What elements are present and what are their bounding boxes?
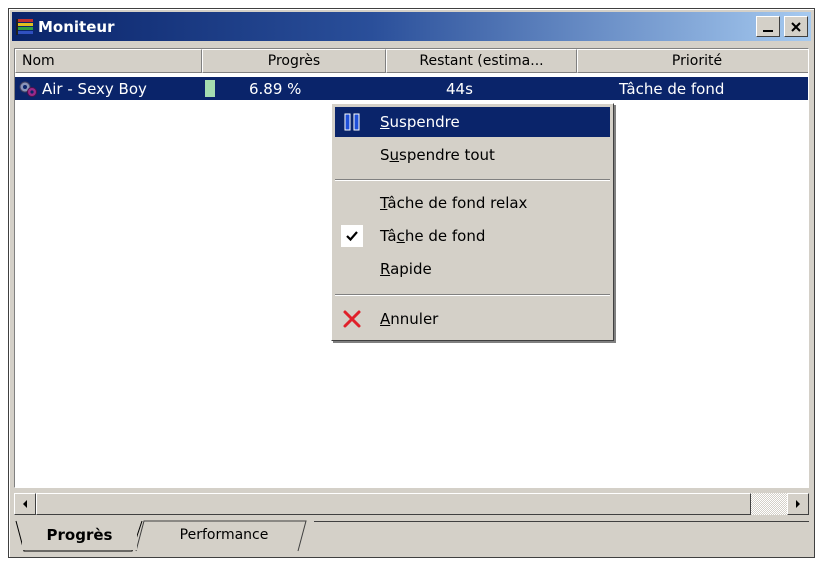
checkmark-icon (341, 225, 363, 247)
list-header: Nom Progrès Restant (estima... Priorité (15, 49, 808, 73)
tab-baseline (314, 521, 809, 522)
arrow-left-icon (23, 500, 27, 508)
menu-item-label: Annuler (380, 310, 439, 328)
row-name: Air - Sexy Boy (42, 79, 147, 98)
menu-item-label: Rapide (380, 260, 432, 278)
menu-separator (335, 179, 610, 181)
title-bar[interactable]: Moniteur (12, 12, 811, 41)
table-row[interactable]: Air - Sexy Boy 6.89 % 44s Tâche de fond (15, 77, 808, 100)
arrow-right-icon (796, 500, 800, 508)
progress-bar (205, 80, 215, 97)
scrollbar-thumb[interactable] (36, 493, 751, 515)
menu-item-label: Tâche de fond relax (380, 194, 528, 212)
menu-item-suspendre[interactable]: Suspendre (335, 107, 610, 137)
row-progress: 6.89 % (249, 79, 302, 98)
menu-item-suspendre-tout[interactable]: Suspendre tout (335, 140, 610, 170)
menu-item-label: Tâche de fond (380, 227, 486, 245)
gears-icon (17, 77, 39, 100)
scrollbar-track[interactable] (751, 493, 787, 515)
row-priority: Tâche de fond (619, 79, 725, 98)
minimize-icon (763, 29, 773, 32)
context-menu: Suspendre Suspendre tout Tâche de fond r… (331, 103, 614, 341)
menu-item-label: Suspendre tout (380, 146, 495, 164)
menu-item-tache-de-fond[interactable]: Tâche de fond (335, 221, 610, 251)
scroll-right-button[interactable] (787, 493, 809, 515)
horizontal-scrollbar[interactable] (14, 493, 809, 515)
menu-item-tache-de-fond-relax[interactable]: Tâche de fond relax (335, 188, 610, 218)
column-header-priorite[interactable]: Priorité (577, 49, 808, 73)
tab-strip: Progrès Performance (14, 520, 809, 554)
scroll-left-button[interactable] (14, 493, 36, 515)
menu-item-rapide[interactable]: Rapide (335, 254, 610, 284)
menu-separator (335, 294, 610, 296)
moniteur-window: Moniteur Nom Progrès Restant (estima... … (8, 8, 815, 558)
column-header-restant[interactable]: Restant (estima... (386, 49, 577, 73)
tab-progres[interactable]: Progrès (22, 520, 137, 550)
app-icon (15, 17, 35, 37)
close-icon (791, 21, 801, 32)
column-header-nom[interactable]: Nom (15, 49, 202, 73)
menu-item-label: Suspendre (380, 113, 460, 131)
close-button[interactable] (784, 16, 808, 37)
column-header-progres[interactable]: Progrès (202, 49, 386, 73)
pause-icon (341, 111, 363, 133)
minimize-button[interactable] (756, 16, 780, 37)
menu-item-annuler[interactable]: Annuler (335, 304, 610, 334)
window-title: Moniteur (38, 17, 115, 36)
row-remaining: 44s (446, 79, 473, 98)
tab-performance[interactable]: Performance (139, 520, 309, 550)
cancel-x-icon (341, 308, 363, 330)
